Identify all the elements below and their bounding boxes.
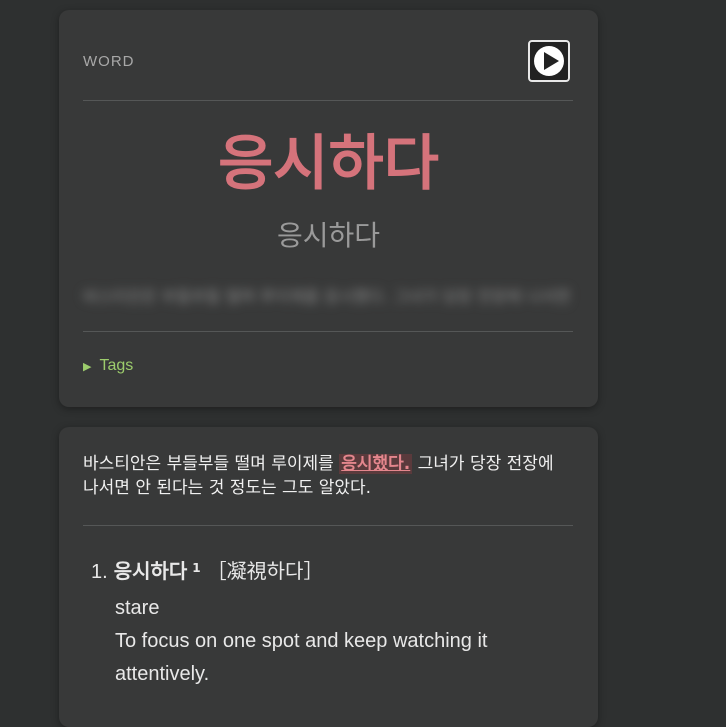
triangle-right-icon: ▶ [83, 360, 92, 373]
sentence-highlight: 응시했다. [339, 454, 413, 474]
blurred-example-sentence[interactable]: 바스티안은 부들부들 떨며 루이제를 응시했다. 그녀가 당장 전장에 나서면 [83, 280, 573, 314]
blurred-sentence-text: 바스티안은 부들부들 떨며 루이제를 응시했다. 그녀가 당장 전장에 나서면 [83, 287, 571, 306]
tags-toggle[interactable]: ▶ Tags [83, 357, 133, 375]
definition-body: stare To focus on one spot and keep watc… [115, 592, 561, 691]
divider [83, 100, 573, 101]
homograph-number: 1 [192, 561, 201, 575]
definition-meaning: To focus on one spot and keep watching i… [115, 630, 488, 685]
headword: 응시하다 [218, 129, 439, 199]
definition-number: 1. [91, 561, 108, 583]
definition-translation: stare [115, 597, 160, 619]
divider [83, 331, 573, 332]
reading: 응시하다 [276, 219, 381, 252]
word-label: WORD [83, 53, 135, 70]
word-card: WORD 응시하다 응시하다 바스티안은 부들부들 떨며 루이제를 응시했다. … [59, 10, 598, 407]
definition-word: 응시하다 [113, 559, 188, 583]
definition-item: 1. 응시하다 1 ［凝視하다］ stare To focus on one s… [91, 555, 561, 691]
sentence-before: 바스티안은 부들부들 떨며 루이제를 [83, 454, 340, 474]
tags-label: Tags [99, 357, 134, 374]
definition-list: 1. 응시하다 1 ［凝視하다］ stare To focus on one s… [91, 555, 561, 691]
definition-hanja: ［凝視하다］ [206, 559, 324, 583]
play-audio-button[interactable] [528, 40, 570, 82]
example-sentence: 바스티안은 부들부들 떨며 루이제를 응시했다. 그녀가 당장 전장에 나서면 … [83, 452, 573, 500]
definition-head: 1. 응시하다 1 ［凝視하다］ [91, 555, 561, 584]
divider [83, 525, 573, 526]
definition-card: 바스티안은 부들부들 떨며 루이제를 응시했다. 그녀가 당장 전장에 나서면 … [59, 427, 598, 727]
play-icon [534, 46, 564, 76]
